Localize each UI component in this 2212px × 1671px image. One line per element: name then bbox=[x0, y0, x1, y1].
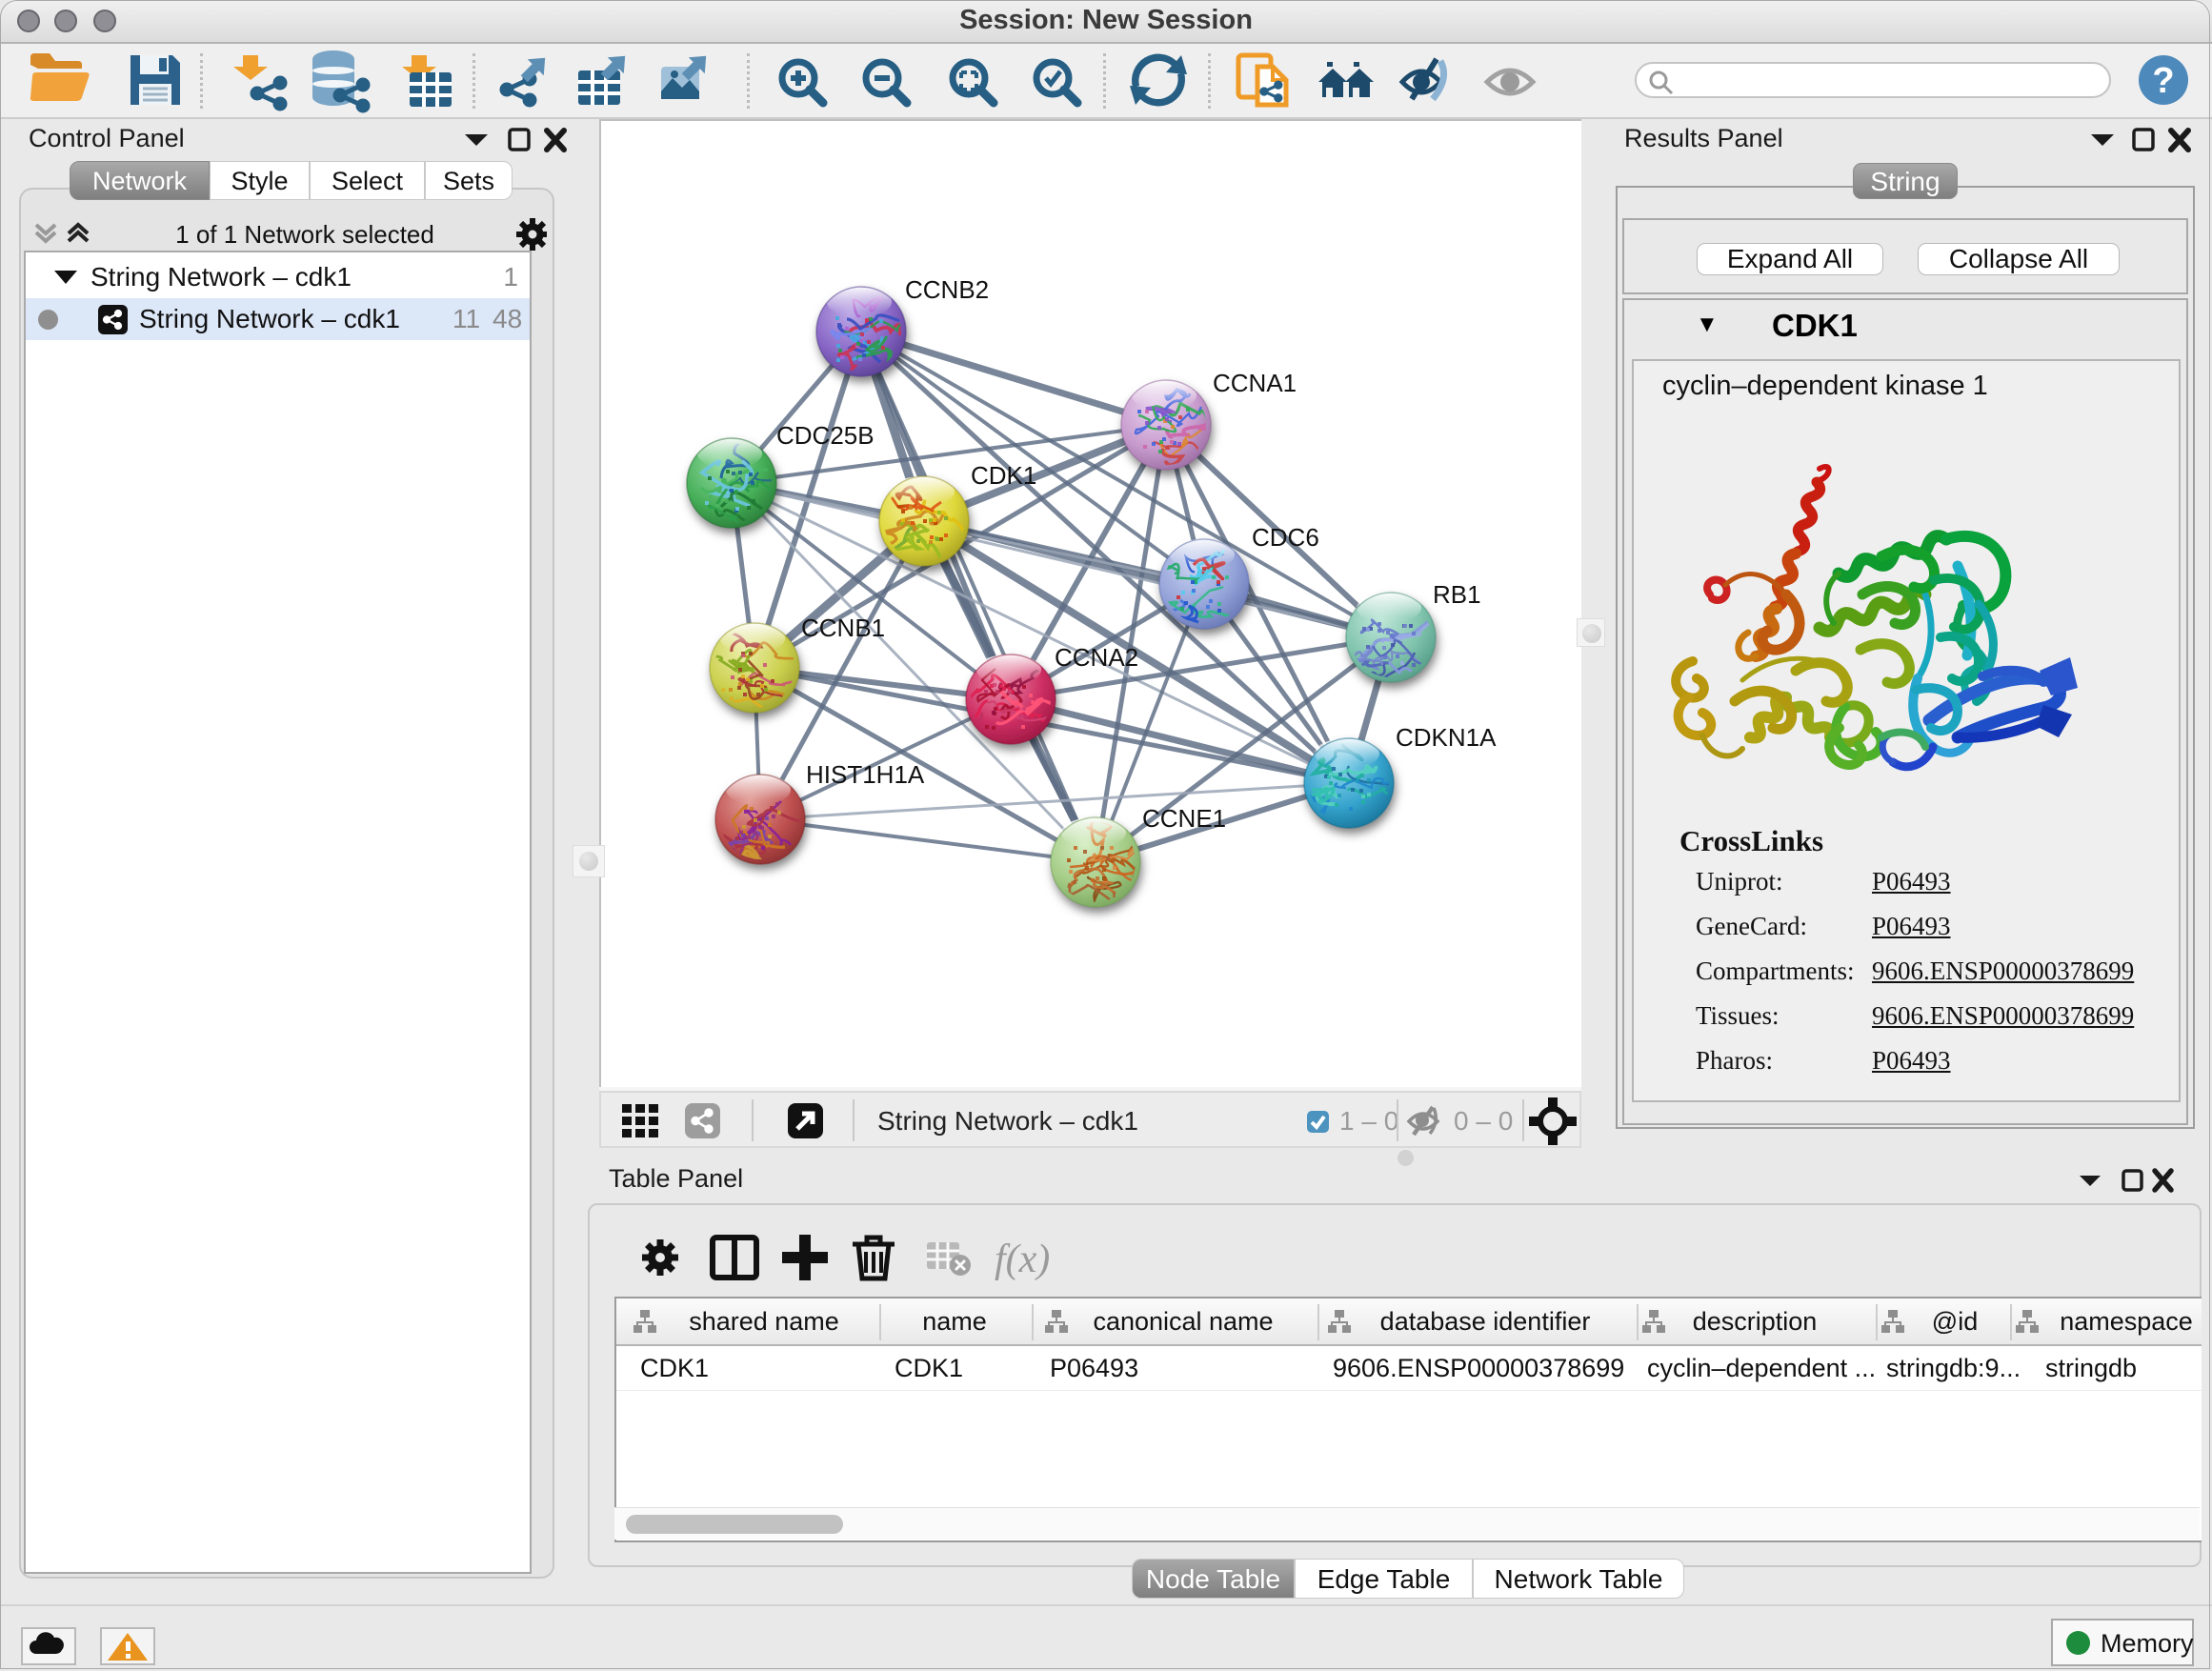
svg-text:CDKN1A: CDKN1A bbox=[1396, 723, 1497, 752]
svg-text:CCNB2: CCNB2 bbox=[905, 275, 989, 304]
svg-text:CCNA1: CCNA1 bbox=[1213, 369, 1297, 397]
svg-text:RB1: RB1 bbox=[1433, 580, 1481, 609]
svg-text:String Network – cdk1: String Network – cdk1 bbox=[877, 1106, 1138, 1136]
svg-text:1 – 0: 1 – 0 bbox=[1339, 1106, 1398, 1136]
svg-text:1 of 1 Network selected: 1 of 1 Network selected bbox=[175, 220, 434, 249]
svg-text:CDC6: CDC6 bbox=[1252, 523, 1319, 552]
svg-text:0 – 0: 0 – 0 bbox=[1454, 1106, 1513, 1136]
svg-text:?: ? bbox=[2152, 61, 2174, 101]
svg-text:f(x): f(x) bbox=[995, 1238, 1050, 1281]
svg-text:CCNE1: CCNE1 bbox=[1142, 804, 1226, 833]
svg-text:CCNB1: CCNB1 bbox=[801, 614, 885, 642]
svg-text:CDK1: CDK1 bbox=[971, 461, 1036, 490]
svg-text:HIST1H1A: HIST1H1A bbox=[806, 760, 925, 789]
svg-text:CCNA2: CCNA2 bbox=[1055, 643, 1138, 672]
svg-text:CDC25B: CDC25B bbox=[776, 421, 875, 450]
